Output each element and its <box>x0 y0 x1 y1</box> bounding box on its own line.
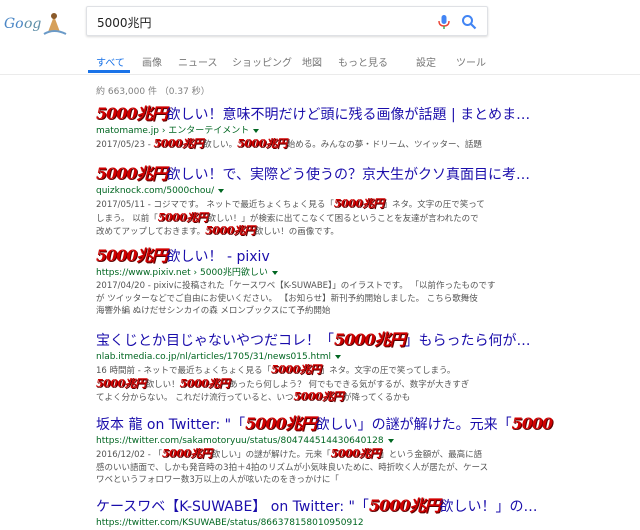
search-result: 宝くじとか目じゃないやつだコレ！「5000兆円」もらったら何が… nlab.it… <box>96 330 636 405</box>
result-snippet: 改めてアップしておきます。5000兆円欲しい！の画像です。 <box>96 225 339 237</box>
result-snippet: 5000兆円欲しい！5000兆円あったら何しよう？ 何でもできる気がするが、数字… <box>96 377 470 390</box>
search-result: 5000兆円欲しい！意味不明だけど頭に残る画像が話題 | まとめま… matom… <box>96 104 636 152</box>
search-result: 坂本 龍 on Twitter: "「5000兆円欲しい」の謎が解けた。元来「5… <box>96 414 636 487</box>
search-result: ケースワベ【K-SUWABE】 on Twitter: "「5000兆円欲しい！… <box>96 496 636 530</box>
result-url: quizknock.com/5000chou/ <box>96 184 636 198</box>
result-stats: 約 663,000 件 （0.37 秒） <box>96 87 210 97</box>
tab-tools[interactable]: ツール <box>456 54 486 69</box>
result-snippet: 海響外編 ぬけだせシンカイの森 メロンブックスにて予約開始 <box>96 306 331 316</box>
result-url: nlab.itmedia.co.jp/nl/articles/1705/31/n… <box>96 350 636 364</box>
svg-text:og: og <box>24 16 41 32</box>
result-title-link[interactable]: 5000兆円欲しい！意味不明だけど頭に残る画像が話題 | まとめま… <box>96 104 636 124</box>
result-snippet: 2017/05/23 - 5000兆円欲しい。5000兆円始める。みんなの夢・ド… <box>96 138 482 150</box>
tab-more[interactable]: もっと見る <box>338 54 388 69</box>
result-url: https://www.pixiv.net › 5000兆円欲しい <box>96 266 636 280</box>
search-box[interactable]: 5000兆円 <box>86 6 488 36</box>
tab-maps[interactable]: 地図 <box>302 54 322 69</box>
result-snippet: しまう。 以前「5000兆円欲しい！」が検索に出てこなくて困るということを友達が… <box>96 211 479 224</box>
search-icon[interactable] <box>461 14 477 30</box>
search-input[interactable]: 5000兆円 <box>97 14 152 31</box>
url-dropdown-icon[interactable] <box>387 438 394 443</box>
result-snippet: 感のいい語面で、しかも発音時の3拍＋4拍のリズムが小気味良いために、時折吹く人が… <box>96 462 489 473</box>
url-dropdown-icon[interactable] <box>271 270 278 275</box>
search-result: 5000兆円欲しい！で、実際どう使うの？京大生がクソ真面目に考… quizkno… <box>96 164 636 239</box>
search-result: 5000兆円欲しい！ - pixiv https://www.pixiv.net… <box>96 246 636 318</box>
url-dropdown-icon[interactable] <box>218 188 225 193</box>
result-url: matomame.jp › エンターテイメント <box>96 124 636 138</box>
tab-shopping[interactable]: ショッピング <box>232 54 292 69</box>
result-url: https://twitter.com/sakamotoryuu/status/… <box>96 434 636 448</box>
svg-text:Go: Go <box>4 16 24 32</box>
active-tab-indicator <box>88 70 130 73</box>
result-title-link[interactable]: 坂本 龍 on Twitter: "「5000兆円欲しい」の謎が解けた。元来「5… <box>96 414 636 434</box>
tab-images[interactable]: 画像 <box>142 54 162 69</box>
result-title-link[interactable]: 5000兆円欲しい！で、実際どう使うの？京大生がクソ真面目に考… <box>96 164 636 184</box>
result-snippet: 2017/04/20 - pixivに投稿された「ケースワベ【K-SUWABE】… <box>96 281 496 291</box>
result-title-link[interactable]: ケースワベ【K-SUWABE】 on Twitter: "「5000兆円欲しい！… <box>96 496 636 516</box>
url-dropdown-icon[interactable] <box>253 128 260 133</box>
result-snippet: 2017/05/11 - コジマです。 ネットで最近ちょくちょく見る「5000兆… <box>96 198 485 210</box>
result-snippet: 16 時間前 - ネットで最近ちょくちょく見る「5000兆円」ネタ。文字の圧で笑… <box>96 364 456 376</box>
result-snippet: 2016/12/02 - 「5000兆円欲しい」の謎が解けた。元来「5000兆円… <box>96 448 483 460</box>
result-title-link[interactable]: 5000兆円欲しい！ - pixiv <box>96 246 636 266</box>
url-dropdown-icon[interactable] <box>335 354 342 359</box>
result-title-link[interactable]: 宝くじとか目じゃないやつだコレ！「5000兆円」もらったら何が… <box>96 330 636 350</box>
result-snippet: ワベというフォロワー数3万以上の人が呟いたのをきっかけに「 <box>96 475 339 485</box>
google-doodle-logo[interactable]: Go og <box>4 8 74 38</box>
tab-news[interactable]: ニュース <box>178 54 218 69</box>
result-snippet: てよく分からない。 これだけ流行っていると、いつ5000兆円が降ってくるかも <box>96 391 411 403</box>
result-url: https://twitter.com/KSUWABE/status/86637… <box>96 518 364 528</box>
top-bar: Go og 5000兆円 <box>0 0 640 44</box>
result-snippet: が ツイッターなどでご自由にお使いください。 【お知らせ】新刊予約開始しました。… <box>96 293 478 304</box>
tab-settings[interactable]: 設定 <box>416 54 436 69</box>
microphone-icon[interactable] <box>437 14 451 30</box>
tab-all[interactable]: すべて <box>96 54 125 69</box>
